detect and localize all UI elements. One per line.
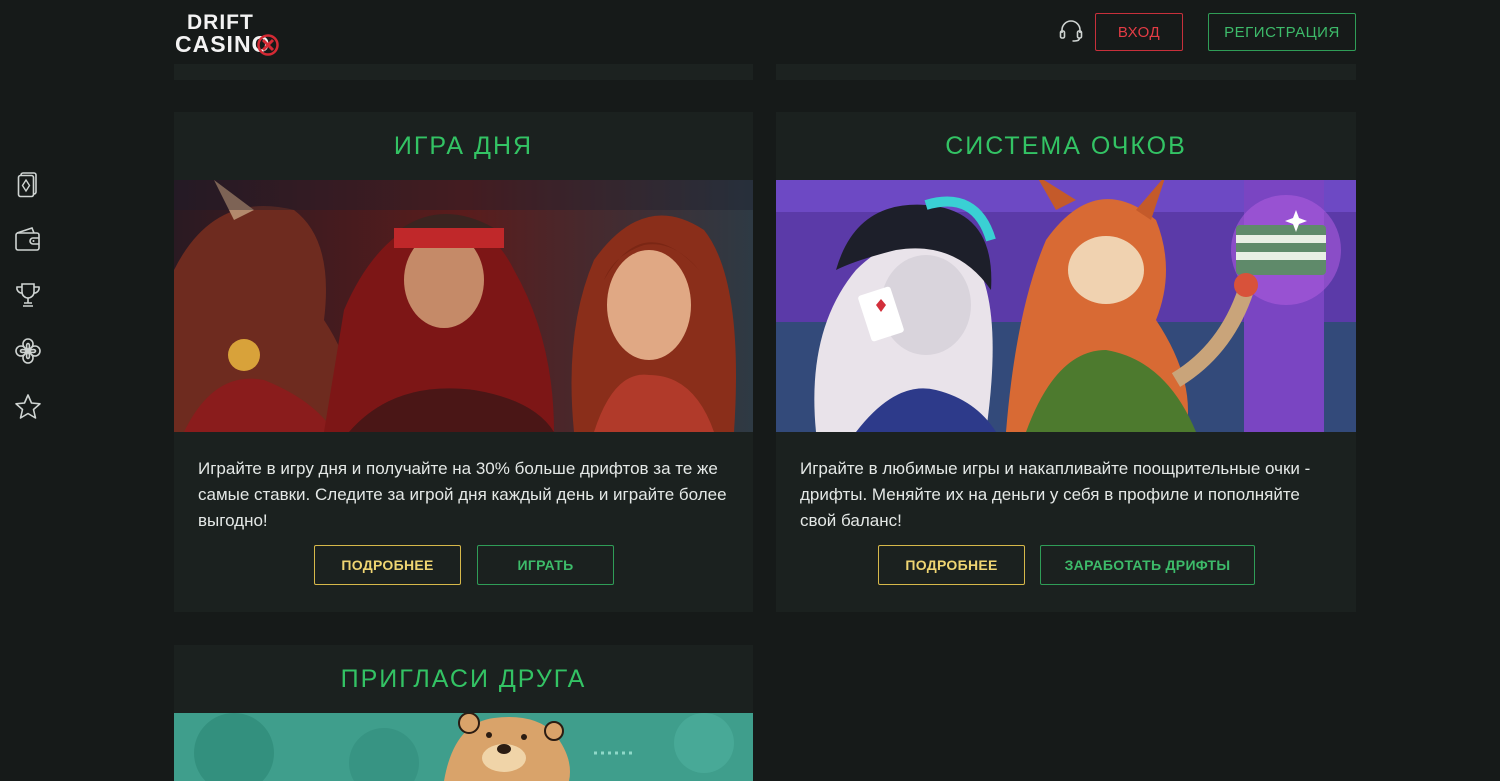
wallet-icon[interactable] [13,224,43,254]
star-icon[interactable] [13,392,43,422]
clover-icon[interactable] [13,336,43,366]
points-system-card: СИСТЕМА ОЧКОВ Играйте в любимые игры и н… [776,112,1356,612]
points-system-banner[interactable] [776,180,1356,432]
logo-chip-icon [257,34,279,56]
more-button[interactable]: ПОДРОБНЕЕ [878,545,1025,585]
card-title: ПРИГЛАСИ ДРУГА [340,664,587,693]
card-description: Играйте в игру дня и получайте на 30% бо… [198,459,727,530]
support-headset-icon[interactable] [1058,18,1084,44]
points-system-illustration [776,180,1356,432]
game-of-day-illustration [174,180,753,432]
login-button[interactable]: ВХОД [1095,13,1183,51]
logo-line-1: DRIFT [187,11,254,34]
trophy-icon[interactable] [13,280,43,310]
cards-icon[interactable] [13,168,43,198]
card-description: Играйте в любимые игры и накапливайте по… [800,459,1311,530]
game-of-day-card: ИГРА ДНЯ Играйте в игру дня и получайте … [174,112,753,612]
register-button[interactable]: РЕГИСТРАЦИЯ [1208,13,1356,51]
invite-friend-illustration [174,713,753,781]
game-of-day-banner[interactable] [174,180,753,432]
card-title: СИСТЕМА ОЧКОВ [945,131,1187,160]
card-bottom-edge [776,64,1356,80]
earn-drifts-button[interactable]: ЗАРАБОТАТЬ ДРИФТЫ [1040,545,1255,585]
card-title: ИГРА ДНЯ [393,131,534,160]
more-button[interactable]: ПОДРОБНЕЕ [314,545,461,585]
invite-friend-banner[interactable] [174,713,753,781]
site-header: DRIFT CASINO ВХОД РЕГИСТРАЦИЯ [0,0,1500,64]
card-bottom-edge [174,64,753,80]
drift-casino-logo[interactable]: DRIFT CASINO [175,12,285,58]
play-button[interactable]: ИГРАТЬ [477,545,614,585]
invite-friend-card: ПРИГЛАСИ ДРУГА [174,645,753,781]
